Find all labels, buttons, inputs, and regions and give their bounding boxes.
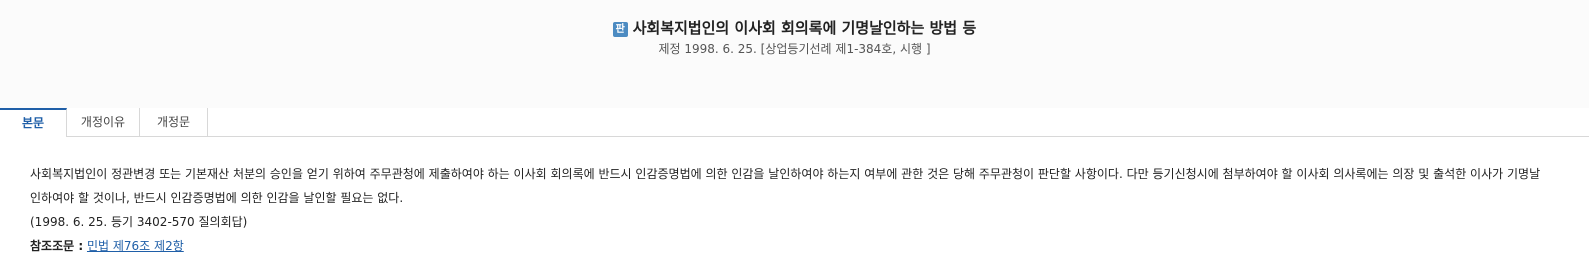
reference-label: 참조조문 : (30, 239, 84, 253)
reference-link[interactable]: 민법 제76조 제2항 (87, 239, 184, 253)
tab-body[interactable]: 본문 (0, 108, 67, 137)
reference-line: 참조조문 : 민법 제76조 제2항 (30, 234, 1550, 258)
document-subtitle: 제정 1998. 6. 25. [상업등기선례 제1-384호, 시행 ] (658, 42, 931, 56)
tab-revision-reason[interactable]: 개정이유 (67, 108, 140, 136)
source-note: (1998. 6. 25. 등기 3402-570 질의회답) (30, 215, 248, 229)
document-header: 판 사회복지법인의 이사회 회의록에 기명날인하는 방법 등 제정 1998. 6… (0, 0, 1589, 109)
document-title: 사회복지법인의 이사회 회의록에 기명날인하는 방법 등 (632, 19, 977, 37)
document-title-row: 판 사회복지법인의 이사회 회의록에 기명날인하는 방법 등 (0, 17, 1589, 39)
tab-bar: 본문 개정이유 개정문 (0, 108, 1589, 137)
tab-revision-text[interactable]: 개정문 (140, 108, 208, 136)
document-body: 사회복지법인이 정관변경 또는 기본재산 처분의 승인을 얻기 위하여 주무관청… (30, 162, 1550, 258)
body-paragraph: 사회복지법인이 정관변경 또는 기본재산 처분의 승인을 얻기 위하여 주무관청… (30, 167, 1541, 205)
precedent-badge-icon: 판 (612, 22, 628, 37)
